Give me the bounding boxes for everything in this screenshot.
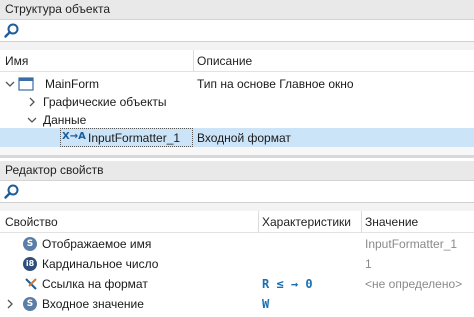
tree-item-mainform[interactable]: MainForm Тип на основе Главное окно	[0, 74, 474, 94]
column-value[interactable]: Значение	[365, 215, 418, 229]
property-search-input[interactable]	[24, 182, 470, 202]
property-characteristics: W	[262, 297, 270, 311]
chevron-down-icon[interactable]	[5, 78, 15, 90]
tree-item-data[interactable]: Данные	[0, 110, 474, 130]
column-description[interactable]: Описание	[197, 54, 252, 68]
tree-item-label: Графические объекты	[43, 95, 167, 109]
tree-item-inputformatter[interactable]: X→A InputFormatter_1 Входной формат	[0, 128, 474, 147]
structure-spacer	[0, 42, 474, 50]
chevron-right-icon[interactable]	[5, 298, 15, 310]
tree-item-description: Входной формат	[197, 131, 291, 145]
link-icon	[25, 278, 37, 290]
property-column-header: Свойство Характеристики Значение	[0, 211, 474, 233]
property-spacer	[0, 203, 474, 211]
property-search-row	[0, 181, 474, 203]
structure-column-header: Имя Описание	[0, 50, 474, 72]
search-icon	[4, 184, 19, 199]
property-label: Ссылка на формат	[42, 277, 148, 291]
panel-splitter[interactable]	[0, 155, 474, 158]
column-characteristics[interactable]: Характеристики	[262, 215, 351, 229]
string-type-icon: S	[23, 237, 37, 251]
property-panel-title: Редактор свойств	[0, 161, 474, 181]
structure-empty-area	[0, 147, 474, 155]
tree-item-label: Данные	[43, 113, 87, 127]
tree-item-graphics[interactable]: Графические объекты	[0, 92, 474, 112]
property-characteristics: R ≤ → 0	[262, 277, 313, 291]
structure-search-row	[0, 20, 474, 42]
search-icon	[4, 23, 19, 38]
formatter-icon: X→A	[62, 131, 86, 142]
property-row-input-value[interactable]: S Входное значение W	[0, 294, 474, 314]
column-name[interactable]: Имя	[5, 54, 28, 68]
tree-item-description: Тип на основе Главное окно	[197, 77, 354, 91]
structure-search-input[interactable]	[24, 21, 470, 41]
chevron-down-icon[interactable]	[27, 114, 37, 126]
int8-type-icon: i8	[23, 257, 37, 271]
structure-panel-title: Структура объекта	[0, 0, 474, 20]
property-value[interactable]: <не определено>	[365, 277, 462, 291]
string-type-icon: S	[23, 297, 37, 311]
property-label: Отображаемое имя	[42, 237, 152, 251]
structure-panel-title-text: Структура объекта	[5, 2, 111, 16]
tree-item-label: InputFormatter_1	[88, 131, 181, 145]
column-property[interactable]: Свойство	[5, 215, 58, 229]
property-panel-title-text: Редактор свойств	[5, 163, 104, 177]
chevron-right-icon[interactable]	[27, 96, 37, 108]
property-row-format-link[interactable]: Ссылка на формат R ≤ → 0 <не определено>	[0, 274, 474, 294]
property-label: Кардинальное число	[42, 257, 159, 271]
property-row-cardinality[interactable]: i8 Кардинальное число 1	[0, 254, 474, 274]
property-label: Входное значение	[42, 297, 144, 311]
tree-item-label: MainForm	[45, 77, 100, 91]
property-row-display-name[interactable]: S Отображаемое имя InputFormatter_1	[0, 234, 474, 254]
property-value[interactable]: InputFormatter_1	[365, 237, 457, 251]
property-value[interactable]: 1	[365, 257, 372, 271]
window-icon	[18, 77, 34, 91]
